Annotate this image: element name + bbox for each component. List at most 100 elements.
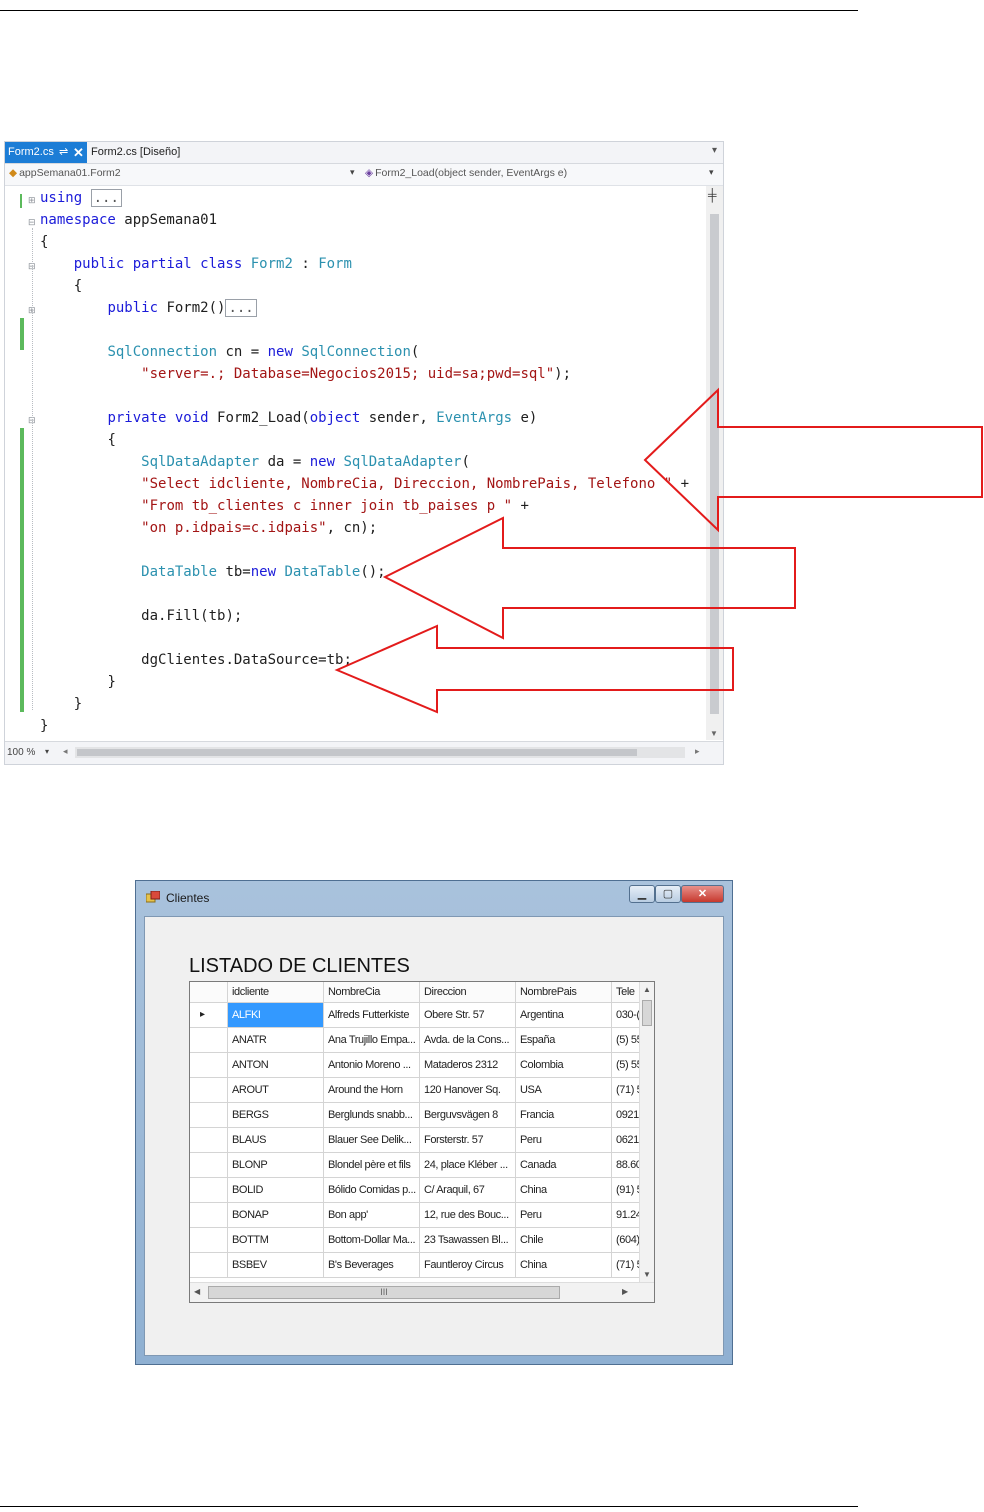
table-row[interactable]: ANATR Ana Trujillo Empa... Avda. de la Con… bbox=[190, 1028, 650, 1053]
close-button[interactable]: ✕ bbox=[681, 885, 724, 903]
table-row[interactable]: ▸ ALFKI Alfreds Futterkiste Obere Str. 57 Ar… bbox=[190, 1003, 650, 1028]
table-row[interactable]: BOLID Bólido Comidas p... C/ Araquil, 67 Ch… bbox=[190, 1178, 650, 1203]
column-header[interactable]: NombreCia bbox=[324, 982, 420, 1002]
table-cell[interactable]: ALFKI bbox=[228, 1003, 324, 1027]
table-cell[interactable]: Francia bbox=[516, 1103, 612, 1127]
grid-vertical-scrollbar[interactable]: ▲ ▼ bbox=[639, 982, 654, 1282]
annotation-arrow-2 bbox=[382, 516, 796, 640]
table-cell[interactable]: China bbox=[516, 1178, 612, 1202]
table-cell[interactable]: BLONP bbox=[228, 1153, 324, 1177]
table-cell[interactable]: BOTTM bbox=[228, 1228, 324, 1252]
table-cell[interactable]: Mataderos 2312 bbox=[420, 1053, 516, 1077]
table-cell[interactable]: 24, place Kléber ... bbox=[420, 1153, 516, 1177]
table-cell[interactable]: BLAUS bbox=[228, 1128, 324, 1152]
table-row[interactable]: BLAUS Blauer See Delik... Forsterstr. 57 Pe… bbox=[190, 1128, 650, 1153]
column-header[interactable]: idcliente bbox=[228, 982, 324, 1002]
table-cell[interactable]: Avda. de la Cons... bbox=[420, 1028, 516, 1052]
table-row[interactable]: BONAP Bon app' 12, rue des Bouc... Peru 91.2… bbox=[190, 1203, 650, 1228]
table-cell[interactable]: Bólido Comidas p... bbox=[324, 1178, 420, 1202]
minimize-button[interactable]: ▁ bbox=[629, 885, 655, 903]
table-row[interactable]: BSBEV B's Beverages Fauntleroy Circus China… bbox=[190, 1253, 650, 1278]
row-header[interactable] bbox=[190, 1028, 228, 1052]
table-cell[interactable]: ANATR bbox=[228, 1028, 324, 1052]
app-window-icon bbox=[146, 891, 160, 903]
row-header[interactable] bbox=[190, 1203, 228, 1227]
table-cell[interactable]: Bon app' bbox=[324, 1203, 420, 1227]
table-row[interactable]: BLONP Blondel père et fils 24, place Klébe… bbox=[190, 1153, 650, 1178]
table-cell[interactable]: Ana Trujillo Empa... bbox=[324, 1028, 420, 1052]
table-cell[interactable]: Bottom-Dollar Ma... bbox=[324, 1228, 420, 1252]
table-cell[interactable]: (71) 5 bbox=[612, 1253, 642, 1277]
table-cell[interactable]: Obere Str. 57 bbox=[420, 1003, 516, 1027]
column-header[interactable]: NombrePais bbox=[516, 982, 612, 1002]
row-header[interactable] bbox=[190, 1078, 228, 1102]
scroll-right-icon[interactable]: ▶ bbox=[622, 1287, 628, 1296]
form-client-area: LISTADO DE CLIENTES idcliente NombreCia … bbox=[144, 916, 724, 1356]
row-header[interactable] bbox=[190, 1053, 228, 1077]
table-cell[interactable]: Berguvsvägen 8 bbox=[420, 1103, 516, 1127]
column-header[interactable]: Tele bbox=[612, 982, 642, 1002]
row-header[interactable] bbox=[190, 1178, 228, 1202]
table-cell[interactable]: Peru bbox=[516, 1128, 612, 1152]
table-cell[interactable]: 120 Hanover Sq. bbox=[420, 1078, 516, 1102]
table-cell[interactable]: Chile bbox=[516, 1228, 612, 1252]
grid-horizontal-scrollbar[interactable]: ◀ III ▶ bbox=[190, 1282, 654, 1302]
table-cell[interactable]: (91) 5 bbox=[612, 1178, 642, 1202]
table-cell[interactable]: C/ Araquil, 67 bbox=[420, 1178, 516, 1202]
table-cell[interactable]: Peru bbox=[516, 1203, 612, 1227]
row-header[interactable] bbox=[190, 1103, 228, 1127]
table-cell[interactable]: Canada bbox=[516, 1153, 612, 1177]
table-cell[interactable]: (5) 55 bbox=[612, 1028, 642, 1052]
table-cell[interactable]: BSBEV bbox=[228, 1253, 324, 1277]
table-cell[interactable]: Forsterstr. 57 bbox=[420, 1128, 516, 1152]
table-cell[interactable]: B's Beverages bbox=[324, 1253, 420, 1277]
bottom-rule bbox=[0, 1506, 858, 1507]
table-cell[interactable]: BERGS bbox=[228, 1103, 324, 1127]
table-cell[interactable]: 91.24 bbox=[612, 1203, 642, 1227]
table-cell[interactable]: Blondel père et fils bbox=[324, 1153, 420, 1177]
scroll-thumb[interactable] bbox=[642, 1000, 652, 1026]
table-cell[interactable]: (71) 5 bbox=[612, 1078, 642, 1102]
scroll-down-icon[interactable]: ▼ bbox=[643, 1270, 651, 1279]
table-cell[interactable]: 0921- bbox=[612, 1103, 642, 1127]
table-cell[interactable]: Colombia bbox=[516, 1053, 612, 1077]
table-cell[interactable]: 0621- bbox=[612, 1128, 642, 1152]
table-cell[interactable]: ANTON bbox=[228, 1053, 324, 1077]
table-cell[interactable]: 88.60 bbox=[612, 1153, 642, 1177]
table-row[interactable]: AROUT Around the Horn 120 Hanover Sq. USA (7… bbox=[190, 1078, 650, 1103]
table-cell[interactable]: (604) bbox=[612, 1228, 642, 1252]
table-cell[interactable]: Blauer See Delik... bbox=[324, 1128, 420, 1152]
table-cell[interactable]: 12, rue des Bouc... bbox=[420, 1203, 516, 1227]
table-cell[interactable]: Around the Horn bbox=[324, 1078, 420, 1102]
row-header[interactable]: ▸ bbox=[190, 1003, 228, 1027]
scroll-thumb[interactable]: III bbox=[208, 1286, 560, 1299]
scroll-left-icon[interactable]: ◀ bbox=[194, 1287, 200, 1296]
row-header[interactable] bbox=[190, 1228, 228, 1252]
maximize-button[interactable]: ▢ bbox=[655, 885, 681, 903]
grid-header-row: idcliente NombreCia Direccion NombrePais… bbox=[190, 982, 650, 1003]
annotation-arrow-1 bbox=[643, 387, 983, 533]
table-cell[interactable]: Fauntleroy Circus bbox=[420, 1253, 516, 1277]
table-cell[interactable]: Berglunds snabb... bbox=[324, 1103, 420, 1127]
row-header[interactable] bbox=[190, 1153, 228, 1177]
table-cell[interactable]: España bbox=[516, 1028, 612, 1052]
table-cell[interactable]: AROUT bbox=[228, 1078, 324, 1102]
table-row[interactable]: BOTTM Bottom-Dollar Ma... 23 Tsawassen Bl.… bbox=[190, 1228, 650, 1253]
table-cell[interactable]: China bbox=[516, 1253, 612, 1277]
clientes-datagrid[interactable]: idcliente NombreCia Direccion NombrePais… bbox=[189, 981, 655, 1303]
scroll-up-icon[interactable]: ▲ bbox=[643, 985, 651, 994]
table-row[interactable]: ANTON Antonio Moreno ... Mataderos 2312 Col… bbox=[190, 1053, 650, 1078]
table-cell[interactable]: 030-( bbox=[612, 1003, 642, 1027]
table-cell[interactable]: 23 Tsawassen Bl... bbox=[420, 1228, 516, 1252]
table-cell[interactable]: (5) 55 bbox=[612, 1053, 642, 1077]
table-cell[interactable]: Alfreds Futterkiste bbox=[324, 1003, 420, 1027]
table-cell[interactable]: USA bbox=[516, 1078, 612, 1102]
table-cell[interactable]: Antonio Moreno ... bbox=[324, 1053, 420, 1077]
table-cell[interactable]: BOLID bbox=[228, 1178, 324, 1202]
column-header[interactable]: Direccion bbox=[420, 982, 516, 1002]
row-header[interactable] bbox=[190, 1128, 228, 1152]
table-cell[interactable]: Argentina bbox=[516, 1003, 612, 1027]
table-row[interactable]: BERGS Berglunds snabb... Berguvsvägen 8 Fra… bbox=[190, 1103, 650, 1128]
table-cell[interactable]: BONAP bbox=[228, 1203, 324, 1227]
row-header[interactable] bbox=[190, 1253, 228, 1277]
